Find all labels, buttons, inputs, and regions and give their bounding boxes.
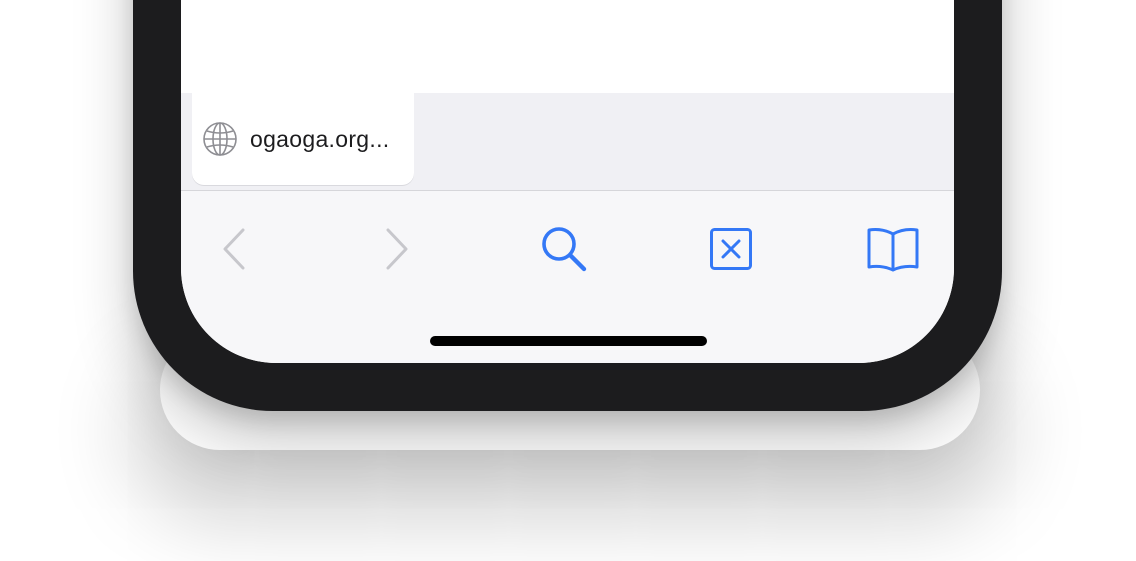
globe-icon	[203, 122, 237, 156]
x-square-icon	[710, 228, 752, 270]
stage: ogaoga.org...	[0, 0, 1136, 561]
back-button[interactable]	[205, 219, 265, 279]
tab-item[interactable]: ogaoga.org...	[192, 93, 414, 185]
bookmarks-button[interactable]	[863, 219, 923, 279]
close-tab-button[interactable]	[701, 219, 761, 279]
search-button[interactable]	[534, 219, 594, 279]
forward-button[interactable]	[366, 219, 426, 279]
web-page-content[interactable]	[181, 0, 954, 93]
chevron-left-icon	[223, 228, 245, 270]
phone-frame: ogaoga.org...	[133, 0, 1002, 411]
bottom-toolbar	[181, 191, 954, 363]
tab-title: ogaoga.org...	[250, 125, 390, 152]
book-icon	[867, 228, 919, 272]
chevron-right-icon	[386, 228, 408, 270]
phone-screen: ogaoga.org...	[181, 0, 954, 363]
magnifying-glass-icon	[542, 227, 587, 272]
home-indicator[interactable]	[430, 336, 707, 346]
tab-strip: ogaoga.org...	[181, 93, 954, 191]
